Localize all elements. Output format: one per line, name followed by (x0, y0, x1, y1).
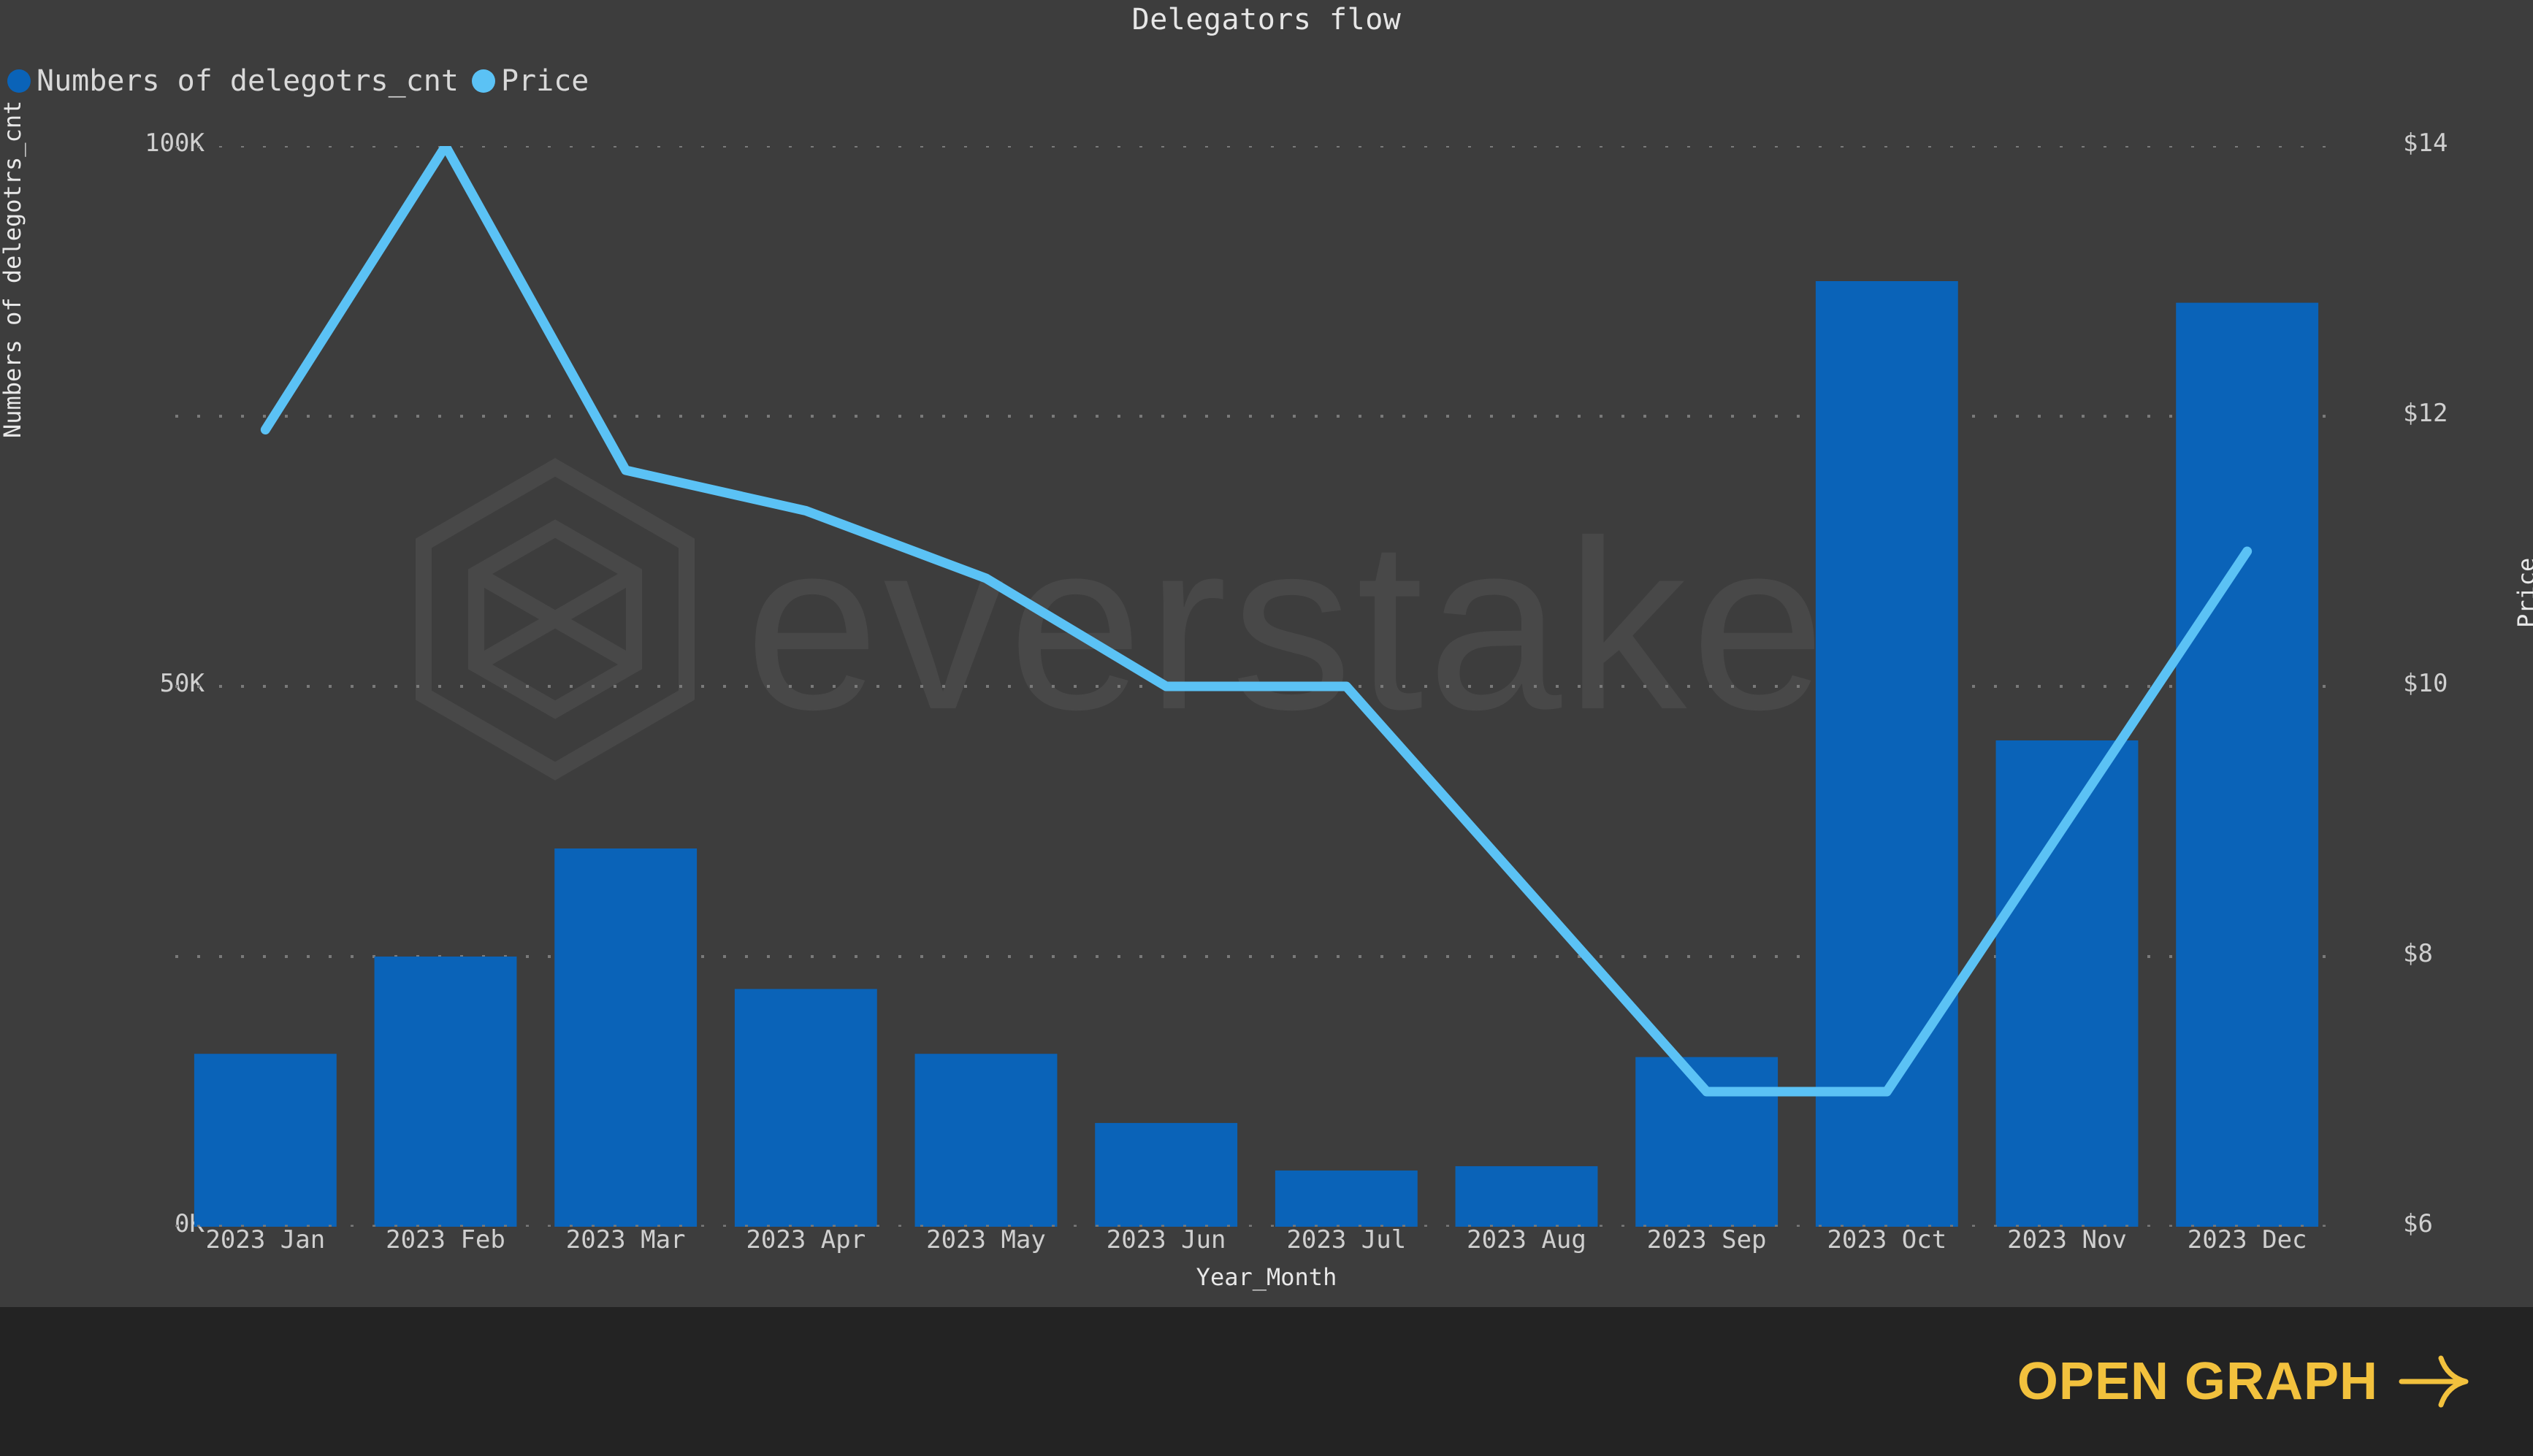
x-axis-tick-label: 2023 Feb (386, 1225, 505, 1254)
y-axis-label-right: Price (2513, 557, 2533, 628)
legend-label-price: Price (500, 64, 589, 98)
bar[interactable] (1455, 1166, 1598, 1227)
legend-label-delegators: Numbers of delegotrs_cnt (37, 64, 459, 98)
bar[interactable] (1635, 1057, 1779, 1227)
x-axis-tick-label: 2023 Apr (746, 1225, 866, 1254)
legend-item-delegators[interactable]: Numbers of delegotrs_cnt (7, 64, 459, 98)
x-axis-tick-label: 2023 Dec (2187, 1225, 2307, 1254)
bar[interactable] (1095, 1122, 1238, 1227)
open-graph-label: OPEN GRAPH (2017, 1352, 2378, 1411)
bar[interactable] (554, 848, 698, 1227)
y-axis-right-tick-label: $14 (2403, 129, 2448, 158)
open-graph-button[interactable]: OPEN GRAPH (2017, 1352, 2470, 1411)
x-axis-tick-label: 2023 Mar (565, 1225, 686, 1254)
footer-bar: OPEN GRAPH (0, 1307, 2533, 1456)
chart-legend: Numbers of delegotrs_cnt Price (7, 64, 589, 98)
x-axis-tick-label: 2023 Jul (1286, 1225, 1407, 1254)
chart-card: everstake Delegators flow Numbers of del… (0, 0, 2533, 1307)
x-axis-tick-label: 2023 Sep (1646, 1225, 1767, 1254)
arrow-right-icon (2399, 1355, 2469, 1408)
y-axis-right-tick-label: $6 (2403, 1209, 2433, 1238)
legend-dot-price (471, 69, 495, 93)
y-axis-label-left: Numbers of delegotrs_cnt (0, 100, 26, 438)
y-axis-right-tick-label: $12 (2403, 399, 2448, 428)
bar[interactable] (194, 1054, 337, 1227)
legend-item-price[interactable]: Price (471, 64, 589, 98)
bar[interactable] (2176, 302, 2319, 1227)
x-axis-tick-label: 2023 Nov (2007, 1225, 2127, 1254)
x-axis-tick-label: 2023 Aug (1467, 1225, 1586, 1254)
y-axis-right-tick-label: $10 (2403, 669, 2448, 698)
x-axis-tick-label: 2023 May (926, 1225, 1046, 1254)
x-axis-tick-label: 2023 Jun (1106, 1225, 1226, 1254)
plot-area (175, 146, 2337, 1227)
bar[interactable] (374, 957, 517, 1227)
legend-dot-delegators (7, 69, 31, 93)
bar-series (194, 281, 2319, 1227)
bar[interactable] (734, 989, 877, 1227)
x-axis-tick-label: 2023 Jan (205, 1225, 326, 1254)
y-axis-right-tick-label: $8 (2403, 939, 2433, 968)
x-axis-label: Year_Month (1196, 1263, 1337, 1291)
page-title: Delegators flow (1131, 3, 1402, 37)
plot-svg (175, 146, 2337, 1227)
bar[interactable] (914, 1054, 1058, 1227)
bar[interactable] (1275, 1170, 1418, 1227)
x-axis-tick-label: 2023 Oct (1827, 1225, 1947, 1254)
